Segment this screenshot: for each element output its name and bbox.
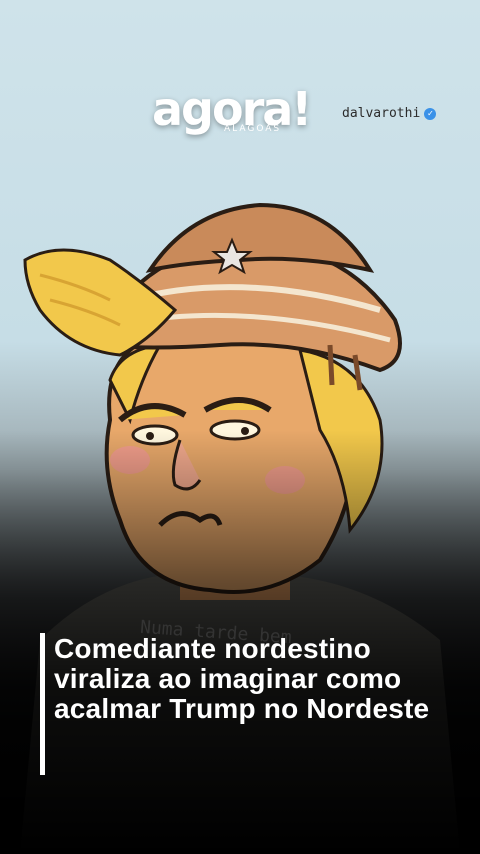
creator-credit: dalvarothi ✓ — [342, 106, 437, 121]
creator-handle: dalvarothi — [342, 106, 421, 121]
headline-accent-bar — [40, 633, 45, 775]
video-frame: Numa tarde bem agora! ALAGOAS dalvarothi… — [0, 0, 480, 854]
cartoon-hat-crown — [145, 202, 375, 273]
logo-subtext: ALAGOAS — [224, 124, 282, 134]
verified-check-icon: ✓ — [424, 107, 437, 120]
brand-logo: agora! ALAGOAS — [152, 84, 332, 140]
headline: Comediante nordestino viraliza ao imagin… — [54, 633, 430, 724]
